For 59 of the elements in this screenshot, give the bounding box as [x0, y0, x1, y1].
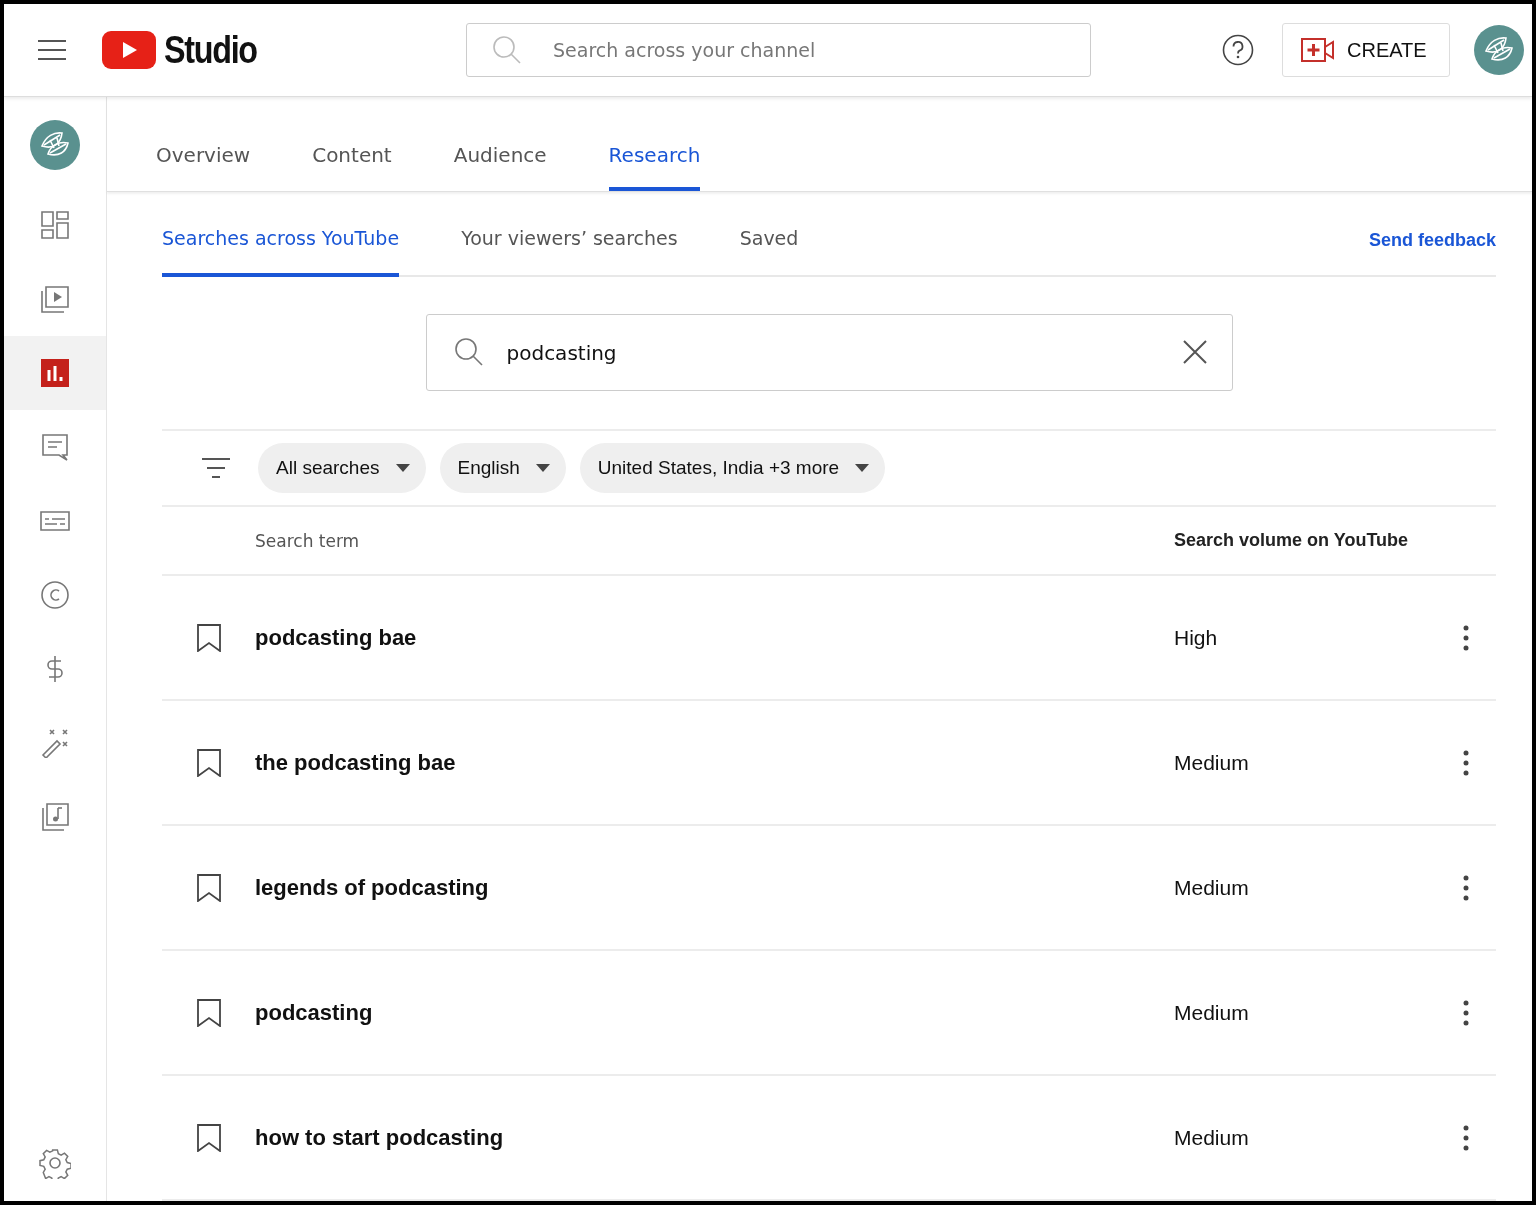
tab[interactable]: Content [312, 143, 392, 191]
more-icon[interactable] [1463, 624, 1469, 651]
bar-chart-icon [40, 358, 70, 388]
tab[interactable]: Audience [453, 143, 547, 191]
send-feedback-link[interactable]: Send feedback [1368, 230, 1496, 251]
search-icon [492, 35, 522, 65]
close-icon[interactable] [1182, 340, 1207, 364]
sidebar-item[interactable] [4, 336, 106, 410]
play-logo-icon[interactable] [102, 31, 156, 69]
bookmark-icon[interactable] [196, 623, 221, 652]
bookmark-icon[interactable] [196, 748, 221, 777]
table-cell-text: High [1174, 625, 1219, 650]
menu-icon[interactable] [38, 39, 68, 61]
search-icon [453, 337, 484, 367]
settings-icon[interactable] [39, 1147, 71, 1179]
column-header: Search volume on YouTube [1174, 530, 1410, 551]
logo-text[interactable]: Studio [164, 28, 275, 72]
copyright-icon [40, 580, 70, 610]
audio-library-icon [40, 802, 70, 832]
dashboard-icon [40, 210, 70, 240]
help-icon[interactable] [1222, 34, 1254, 66]
table-cell-text: legends of podcasting [255, 874, 490, 901]
caret-icon [395, 464, 410, 472]
search-field[interactable]: Search across your channel [466, 23, 1091, 77]
comment-icon [40, 432, 70, 462]
more-icon[interactable] [1463, 749, 1469, 776]
column-header: Search term [255, 530, 361, 551]
table-cell-text: Medium [1174, 1000, 1250, 1025]
more-icon[interactable] [1463, 874, 1469, 901]
video-add-icon [1301, 38, 1335, 62]
tab[interactable]: Overview [156, 143, 251, 191]
filter-icon[interactable] [202, 457, 230, 479]
table-cell-text: Medium [1174, 875, 1250, 900]
magic-wand-icon [40, 728, 70, 758]
avatar-icon[interactable] [1474, 25, 1524, 75]
search-field[interactable]: podcasting [425, 314, 1233, 391]
create-button[interactable]: CREATE [1282, 23, 1450, 77]
avatar-icon[interactable] [30, 120, 80, 170]
tab[interactable]: Your viewers’ searches [461, 227, 678, 277]
tab[interactable]: Research [608, 143, 701, 191]
bookmark-icon[interactable] [196, 873, 221, 902]
video-library-icon [40, 284, 70, 314]
table-cell-text: Medium [1174, 750, 1250, 775]
filter-dropdown[interactable]: English [439, 443, 566, 493]
more-icon[interactable] [1463, 1124, 1469, 1151]
table-cell-text: how to start podcasting [255, 1124, 505, 1151]
more-icon[interactable] [1463, 999, 1469, 1026]
caret-icon [855, 464, 870, 472]
filter-dropdown[interactable]: United States, India +3 more [579, 443, 886, 493]
tab[interactable]: Searches across YouTube [162, 227, 400, 277]
bookmark-icon[interactable] [196, 998, 221, 1027]
tab[interactable]: Saved [739, 227, 799, 277]
table-cell-text: Medium [1174, 1125, 1250, 1150]
caret-icon [535, 464, 550, 472]
filter-dropdown[interactable]: All searches [258, 443, 426, 493]
bookmark-icon[interactable] [196, 1123, 221, 1152]
table-cell-text: podcasting [255, 999, 374, 1026]
table-cell-text: podcasting bae [255, 624, 418, 651]
table-cell-text: the podcasting bae [255, 749, 457, 776]
